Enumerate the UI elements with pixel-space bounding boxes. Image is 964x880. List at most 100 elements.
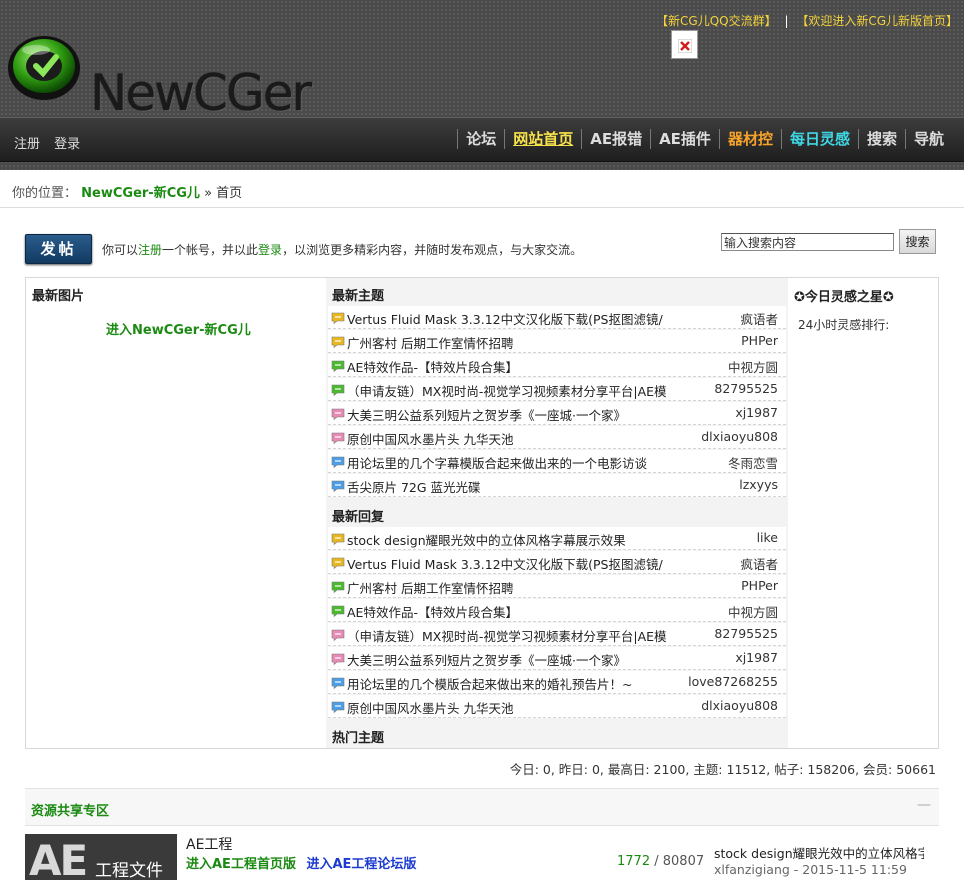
thread-title[interactable]: 大美三明公益系列短片之贺岁季《一座城·一个家》: [347, 650, 717, 669]
thread-title[interactable]: 用论坛里的几个模版合起来做出来的婚礼预告片！~: [347, 674, 717, 693]
ae-forum-link[interactable]: 进入AE工程论坛版: [306, 857, 416, 872]
logo-text: NewCGer: [90, 64, 312, 122]
thread-title[interactable]: AE特效作品-【特效片段合集】: [347, 602, 717, 621]
thread-status-icon: [331, 605, 345, 618]
thread-author[interactable]: 疯语者: [740, 554, 778, 573]
nav-menu: 论坛 网站首页 AE报错 AE插件 器材控 每日灵感 搜索 导航: [457, 129, 952, 149]
thread-author[interactable]: dlxiaoyu808: [701, 429, 778, 444]
qq-group-link[interactable]: 【新CG儿QQ交流群】: [656, 14, 777, 28]
nav-ae-plugins[interactable]: AE插件: [650, 129, 719, 149]
thread-author[interactable]: 中视方圆: [728, 357, 778, 376]
thread-status-icon: [331, 557, 345, 570]
thread-row[interactable]: AE特效作品-【特效片段合集】 中视方圆: [328, 354, 786, 377]
ae-thumb-small-text: 工程文件: [95, 861, 163, 880]
thread-author[interactable]: 82795525: [714, 381, 778, 396]
thread-row[interactable]: AE特效作品-【特效片段合集】 中视方圆: [328, 599, 786, 622]
breadcrumb-current: 首页: [216, 186, 243, 201]
thread-title[interactable]: 大美三明公益系列短片之贺岁季《一座城·一个家》: [347, 405, 717, 424]
resource-section-title[interactable]: 资源共享专区: [31, 800, 109, 819]
nav-guide[interactable]: 导航: [904, 129, 952, 149]
thread-status-icon: [331, 312, 345, 325]
latest-pictures-heading: 最新图片: [32, 289, 85, 304]
new-post-button[interactable]: 发帖: [25, 234, 92, 264]
main-navbar: 注册 登录 论坛 网站首页 AE报错 AE插件 器材控 每日灵感 搜索 导航: [0, 117, 964, 162]
thread-row[interactable]: 大美三明公益系列短片之贺岁季《一座城·一个家》 xj1987: [328, 402, 786, 425]
thread-title[interactable]: 原创中国风水墨片头 九华天池: [347, 698, 717, 717]
thread-status-icon: [331, 653, 345, 666]
login-link[interactable]: 登录: [54, 137, 80, 152]
thread-author[interactable]: 82795525: [714, 626, 778, 641]
thread-author[interactable]: 冬雨恋雪: [728, 453, 778, 472]
nav-daily-inspiration[interactable]: 每日灵感: [780, 129, 858, 149]
nav-home[interactable]: 网站首页: [504, 129, 581, 149]
thread-author[interactable]: lzxyys: [739, 477, 778, 492]
site-logo[interactable]: NewCGer: [6, 30, 336, 122]
thread-status-icon: [331, 677, 345, 690]
thread-title[interactable]: AE特效作品-【特效片段合集】: [347, 357, 717, 376]
thread-row[interactable]: 广州客村 后期工作室情怀招聘 PHPer: [328, 330, 786, 353]
thread-author[interactable]: 中视方圆: [728, 602, 778, 621]
broken-image-icon: [671, 30, 698, 59]
thread-status-icon: [331, 480, 345, 493]
nav-forum[interactable]: 论坛: [457, 129, 504, 149]
hot-topics-heading: 热门主题: [332, 731, 385, 746]
breadcrumb-site-link[interactable]: NewCGer-新CG儿: [81, 186, 200, 201]
thread-title[interactable]: 原创中国风水墨片头 九华天池: [347, 429, 717, 448]
thread-row[interactable]: stock design耀眼光效中的立体风格字幕展示效果 like: [328, 527, 786, 550]
thread-row[interactable]: 用论坛里的几个模版合起来做出来的婚礼预告片！~ love87268255: [328, 671, 786, 694]
count-separator: /: [650, 854, 663, 869]
thread-author[interactable]: PHPer: [741, 578, 778, 593]
thread-row[interactable]: 用论坛里的几个字幕模版合起来做出来的一个电影访谈 冬雨恋雪: [328, 450, 786, 473]
search-button[interactable]: 搜索: [899, 229, 936, 254]
thread-author[interactable]: xj1987: [735, 405, 778, 420]
thread-row[interactable]: 舌尖原片 72G 蓝光光碟 lzxyys: [328, 474, 786, 497]
thread-row[interactable]: 原创中国风水墨片头 九华天池 dlxiaoyu808: [328, 426, 786, 449]
top-links: 【新CG儿QQ交流群】 | 【欢迎进入新CG儿新版首页】: [656, 12, 958, 29]
notice-login-link[interactable]: 登录: [258, 243, 282, 257]
ae-project-thumbnail[interactable]: AE 工程文件: [25, 834, 177, 880]
thread-row[interactable]: Vertus Fluid Mask 3.3.12中文汉化版下载(PS抠图滤镜/疯…: [328, 551, 786, 574]
thread-title[interactable]: （申请友链）MX视时尚-视觉学习视频素材分享平台|AE模: [347, 626, 717, 645]
thread-author[interactable]: love87268255: [688, 674, 778, 689]
thread-title[interactable]: 用论坛里的几个字幕模版合起来做出来的一个电影访谈: [347, 453, 717, 472]
nav-search[interactable]: 搜索: [857, 129, 905, 149]
thread-status-icon: [331, 701, 345, 714]
post-count: 80807: [662, 854, 705, 869]
thread-row[interactable]: Vertus Fluid Mask 3.3.12中文汉化版下载(PS抠图滤镜/疯…: [328, 306, 786, 329]
notice-text-3: ，以浏览更多精彩内容，并随时发布观点，与大家交流。: [282, 243, 583, 257]
thread-title[interactable]: 舌尖原片 72G 蓝光光碟: [347, 477, 717, 496]
search-input[interactable]: [721, 233, 894, 251]
register-link[interactable]: 注册: [14, 137, 40, 152]
forum-title[interactable]: AE工程: [186, 834, 232, 854]
thread-title[interactable]: Vertus Fluid Mask 3.3.12中文汉化版下载(PS抠图滤镜/: [347, 309, 717, 328]
notice-register-link[interactable]: 注册: [138, 243, 162, 257]
top-links-separator: |: [784, 14, 789, 28]
new-home-link[interactable]: 【欢迎进入新CG儿新版首页】: [796, 14, 958, 28]
thread-row[interactable]: 广州客村 后期工作室情怀招聘 PHPer: [328, 575, 786, 598]
thread-title[interactable]: 广州客村 后期工作室情怀招聘: [347, 333, 717, 352]
ae-home-link[interactable]: 进入AE工程首页版: [186, 857, 296, 872]
thread-title[interactable]: stock design耀眼光效中的立体风格字幕展示效果: [347, 530, 717, 549]
thread-status-icon: [331, 432, 345, 445]
nav-ae-errors[interactable]: AE报错: [581, 129, 650, 149]
nav-equipment[interactable]: 器材控: [718, 129, 781, 149]
thread-title[interactable]: Vertus Fluid Mask 3.3.12中文汉化版下载(PS抠图滤镜/: [347, 554, 717, 573]
thread-row[interactable]: 大美三明公益系列短片之贺岁季《一座城·一个家》 xj1987: [328, 647, 786, 670]
last-post-title[interactable]: stock design耀眼光效中的立体风格字幕展示效果: [714, 843, 924, 862]
thread-row[interactable]: （申请友链）MX视时尚-视觉学习视频素材分享平台|AE模 82795525: [328, 378, 786, 401]
thread-status-icon: [331, 336, 345, 349]
thread-author[interactable]: xj1987: [735, 650, 778, 665]
thread-row[interactable]: 原创中国风水墨片头 九华天池 dlxiaoyu808: [328, 695, 786, 718]
thread-author[interactable]: PHPer: [741, 333, 778, 348]
forum-stats: 今日: 0, 昨日: 0, 最高日: 2100, 主题: 11512, 帖子: …: [509, 762, 936, 777]
collapse-icon[interactable]: —: [917, 797, 931, 813]
thread-author[interactable]: dlxiaoyu808: [701, 698, 778, 713]
thread-title[interactable]: （申请友链）MX视时尚-视觉学习视频素材分享平台|AE模: [347, 381, 717, 400]
thread-author[interactable]: 疯语者: [740, 309, 778, 328]
thread-title[interactable]: 广州客村 后期工作室情怀招聘: [347, 578, 717, 597]
thread-status-icon: [331, 533, 345, 546]
breadcrumb: 你的位置： NewCGer-新CG儿 » 首页: [0, 172, 964, 208]
thread-row[interactable]: （申请友链）MX视时尚-视觉学习视频素材分享平台|AE模 82795525: [328, 623, 786, 646]
thread-author[interactable]: like: [757, 530, 778, 545]
enter-site-link[interactable]: 进入NewCGer-新CG儿: [106, 319, 251, 338]
